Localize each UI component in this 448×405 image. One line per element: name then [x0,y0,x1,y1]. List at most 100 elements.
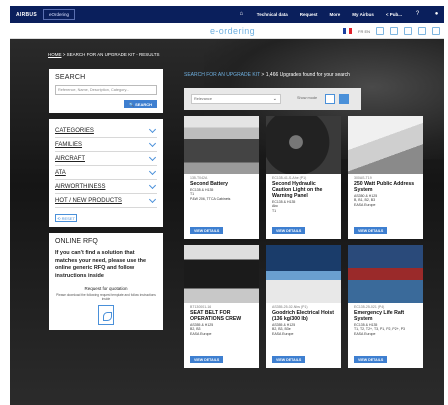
product-card[interactable]: EC135-41-S-Ahe (P1) Second Hydraulic Cau… [266,116,341,239]
filter-label: AIRCRAFT [55,155,85,162]
chevron-down-icon [148,181,157,189]
grid-view-icon[interactable] [339,94,349,104]
chat-icon[interactable] [390,27,398,35]
list-view-icon[interactable] [325,94,335,104]
product-part-number: 300AS-T19 [354,176,372,180]
product-image[interactable] [266,245,341,303]
filter-label: FAMILIES [55,141,83,148]
nav-profile[interactable]: < Pub... [386,12,402,17]
pdf-download-icon[interactable] [98,305,114,325]
search-button[interactable]: 🔍 SEARCH [124,100,157,108]
view-details-button[interactable]: VIEW DETAILS [272,227,306,234]
results-header: SEARCH FOR AN UPGRADE KIT > 1,466 Upgrad… [184,72,350,78]
mail-icon[interactable] [404,27,412,35]
document-icon[interactable] [376,27,384,35]
product-meta: P&W 206, TTCA Cabinets [190,196,231,201]
filter-categories[interactable]: CATEGORIES [55,124,157,138]
product-title[interactable]: Goodrich Electrical Hoist (136 kg/300 lb… [272,310,335,322]
filter-aircraft[interactable]: AIRCRAFT [55,152,157,166]
left-sidebar: SEARCH Reference, Name, Description, Cat… [49,69,163,336]
portal-tab[interactable]: eOrdering [42,9,75,20]
sort-select-value: Relevance [194,97,212,101]
breadcrumb-trail: > SEARCH FOR AN UPGRADE KIT - RESULTS [61,52,160,57]
menu-icon[interactable] [432,27,440,35]
results-count: > 1,466 Upgrades found for your search [260,72,350,78]
rfq-instructions: Please download the following request te… [56,293,156,301]
product-image[interactable] [348,245,423,303]
product-title[interactable]: Second Hydraulic Caution Light on the Wa… [272,181,335,199]
product-card[interactable]: 300AS-T19 250 Watt Public Address System… [348,116,423,239]
view-details-button[interactable]: VIEW DETAILS [354,227,388,234]
breadcrumb: HOME > SEARCH FOR AN UPGRADE KIT - RESUL… [48,52,159,57]
results-grid: 135-T042A Second Battery EC135 & H135 T1… [184,116,423,368]
chevron-down-icon [148,125,157,133]
search-input[interactable]: Reference, Name, Description, Category..… [55,85,157,95]
nav-my-airbus[interactable]: My Airbus [352,12,374,17]
flag-icon[interactable] [343,28,352,34]
product-image[interactable] [184,116,259,174]
results-prefix: SEARCH FOR AN UPGRADE KIT [184,72,261,78]
filter-label: HOT / NEW PRODUCTS [55,197,122,204]
product-part-number: 135-T042A [190,176,208,180]
chevron-down-icon [148,167,157,175]
filter-families[interactable]: FAMILIES [55,138,157,152]
view-details-button[interactable]: VIEW DETAILS [190,356,224,363]
rfq-panel: ONLINE RFQ If you can't find a solution … [49,233,163,330]
reset-button[interactable]: ⟲ RESET [55,214,77,222]
user-icon[interactable]: ● [433,11,440,18]
rfq-subtitle: Request for quotation [84,286,128,291]
chevron-down-icon [148,139,157,147]
product-card[interactable]: 135-T042A Second Battery EC135 & H135 T1… [184,116,259,239]
product-part-number: BT130001-16 [190,305,212,309]
product-part-number: EC135-41-S-Ahe (P1) [272,176,307,180]
product-part-number: AS355-25-02-Nbs (P1) [272,305,308,309]
filter-hot-new-products[interactable]: HOT / NEW PRODUCTS [55,194,157,208]
chevron-down-icon [148,195,157,203]
product-meta: EASA Europe [354,331,376,336]
results-toolbar: Relevance ⌄ Show mode [184,88,361,110]
secondary-icons: FR EN [343,27,440,35]
sort-select[interactable]: Relevance ⌄ [191,94,281,104]
search-panel-title: SEARCH [55,74,86,81]
rfq-description: If you can't find a solution that matche… [55,250,147,279]
filter-ata[interactable]: ATA [55,166,157,180]
product-image[interactable] [348,116,423,174]
product-meta: EASA Europe [190,331,212,336]
cart-icon[interactable] [418,27,426,35]
view-details-button[interactable]: VIEW DETAILS [354,356,388,363]
product-title[interactable]: 250 Watt Public Address System [354,181,417,193]
nav-request[interactable]: Request [300,12,318,17]
nav-technical-data[interactable]: Technical data [257,12,288,17]
product-part-number: EC135-25-021 (P4) [354,305,385,309]
secondary-bar: e-ordering FR EN [10,23,444,39]
search-panel: SEARCH Reference, Name, Description, Cat… [49,69,163,113]
eordering-title: e-ordering [210,26,256,36]
airbus-logo[interactable]: AIRBUS [16,12,37,18]
reset-button-label: RESET [61,215,75,221]
product-image[interactable] [184,245,259,303]
product-title[interactable]: Emergency Life Raft System [354,310,417,322]
view-details-button[interactable]: VIEW DETAILS [190,227,224,234]
nav-links: ⌂ Technical data Request More My Airbus … [238,6,440,23]
chevron-down-icon: ⌄ [272,96,277,102]
language-selector[interactable]: FR EN [358,29,370,34]
product-meta: T1 [272,208,277,213]
filter-label: AIRWORTHINESS [55,183,106,190]
product-title[interactable]: SEAT BELT FOR OPERATIONS CREW [190,310,253,322]
product-card[interactable]: BT130001-16 SEAT BELT FOR OPERATIONS CRE… [184,245,259,368]
chevron-down-icon [148,153,157,161]
nav-more[interactable]: More [330,12,341,17]
rfq-title: ONLINE RFQ [55,238,98,245]
product-card[interactable]: EC135-25-021 (P4) Emergency Life Raft Sy… [348,245,423,368]
filter-label: CATEGORIES [55,127,94,134]
home-icon[interactable]: ⌂ [238,11,245,18]
product-card[interactable]: AS355-25-02-Nbs (P1) Goodrich Electrical… [266,245,341,368]
breadcrumb-home[interactable]: HOME [48,52,62,57]
product-title[interactable]: Second Battery [190,181,253,187]
view-details-button[interactable]: VIEW DETAILS [272,356,306,363]
filter-label: ATA [55,169,66,176]
help-icon[interactable]: ? [414,11,421,18]
search-button-label: SEARCH [135,101,152,107]
filter-airworthiness[interactable]: AIRWORTHINESS [55,180,157,194]
product-image[interactable] [266,116,341,174]
